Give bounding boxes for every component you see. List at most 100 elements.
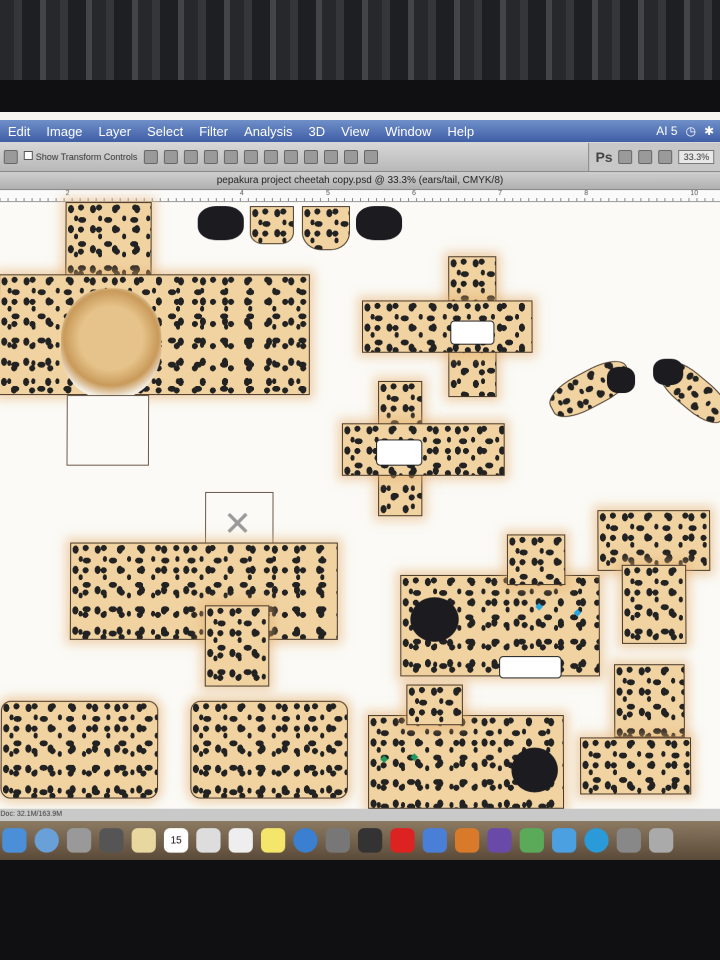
paw-pad (410, 597, 458, 642)
itunes-icon[interactable] (293, 828, 317, 853)
ruler-number: 6 (412, 190, 416, 197)
status-badge[interactable]: AI 5 (656, 124, 677, 138)
align-right-icon[interactable] (243, 150, 257, 164)
facetime-icon[interactable] (99, 828, 123, 853)
paw-toes (450, 321, 494, 345)
marker-icon: ◆ (410, 752, 418, 763)
move-tool-icon[interactable] (4, 150, 18, 164)
trash-icon[interactable] (649, 828, 673, 853)
office-powerpoint-icon[interactable] (455, 828, 479, 853)
stickies-icon[interactable] (261, 828, 285, 853)
show-transform-controls[interactable]: Show Transform Controls (24, 151, 138, 162)
launch-bridge-icon[interactable] (619, 150, 633, 164)
ear-piece (250, 206, 294, 244)
clock-icon[interactable]: ◷ (686, 124, 697, 138)
head-bottom-flap (66, 395, 149, 466)
distribute-bottom-icon[interactable] (304, 150, 318, 164)
office-excel-icon[interactable] (487, 828, 511, 853)
menu-view[interactable]: View (333, 123, 377, 138)
ear-piece (198, 206, 244, 240)
checkbox-icon (24, 151, 33, 160)
menu-window[interactable]: Window (377, 123, 439, 138)
paw-toes (376, 439, 422, 465)
photobooth-icon[interactable] (358, 828, 382, 853)
distribute-middle-icon[interactable] (283, 150, 297, 164)
paw-cross-horizontal (342, 423, 505, 475)
body-panel (70, 543, 338, 640)
photo-frame: Edit Image Layer Select Filter Analysis … (0, 0, 720, 960)
notes-icon[interactable] (132, 828, 156, 853)
mac-dock: 15 (0, 821, 720, 860)
align-left-icon[interactable] (203, 150, 217, 164)
body-lower-flap (205, 605, 270, 686)
leg-top-flap (406, 685, 463, 726)
tail-tip (653, 359, 683, 385)
document-canvas[interactable]: ✕ ◆ ◆ ◆ ◆ (0, 202, 720, 809)
ruler-number: 7 (498, 190, 502, 197)
menu-analysis[interactable]: Analysis (236, 123, 300, 138)
options-bar: Show Transform Controls Ps 33.3% (0, 142, 720, 172)
show-transform-label: Show Transform Controls (36, 152, 138, 162)
align-center-icon[interactable] (223, 150, 237, 164)
menu-3d[interactable]: 3D (301, 123, 334, 138)
ruler-number: 4 (240, 190, 244, 197)
menu-image[interactable]: Image (38, 123, 90, 138)
horizontal-ruler[interactable]: 2 4 5 6 7 8 10 (0, 190, 720, 202)
claw-tips (499, 656, 562, 678)
paw-cross-horizontal (362, 300, 533, 352)
align-top-icon[interactable] (143, 150, 157, 164)
menu-help[interactable]: Help (439, 123, 482, 138)
leg-strip (580, 737, 691, 794)
cheetah-face-image (61, 288, 162, 399)
finder-icon[interactable] (2, 828, 26, 853)
menu-edit[interactable]: Edit (0, 123, 38, 138)
body-side-panel (190, 701, 348, 799)
leg-top-flap (507, 534, 566, 585)
document-tab[interactable]: pepakura project cheetah copy.psd @ 33.3… (0, 172, 720, 190)
system-prefs-icon[interactable] (617, 828, 641, 853)
photoshop-screen: Edit Image Layer Select Filter Analysis … (0, 112, 720, 860)
align-middle-icon[interactable] (163, 150, 177, 164)
menu-filter[interactable]: Filter (191, 123, 236, 138)
safari-icon[interactable] (35, 828, 59, 853)
app-icon[interactable] (390, 828, 414, 853)
ear-piece (302, 206, 350, 250)
textedit-icon[interactable] (229, 828, 253, 853)
mail-icon[interactable] (67, 828, 91, 853)
ps-logo: Ps (595, 149, 612, 165)
align-bottom-icon[interactable] (183, 150, 197, 164)
ruler-number: 5 (326, 190, 330, 197)
auto-align-icon[interactable] (364, 150, 378, 164)
arrange-documents-icon[interactable] (659, 150, 673, 164)
bluetooth-icon[interactable]: ✱ (704, 124, 714, 138)
ruler-number: 8 (584, 190, 588, 197)
paw-pad (511, 748, 558, 793)
marker-icon: ◆ (380, 754, 388, 765)
app-store-icon[interactable] (552, 828, 576, 853)
leg-strip (622, 565, 687, 644)
preview-icon[interactable] (326, 828, 350, 853)
menu-layer[interactable]: Layer (90, 123, 139, 138)
status-bar: Doc: 32.1M/163.9M (0, 809, 720, 821)
ear-piece (356, 206, 402, 240)
menu-bar: Edit Image Layer Select Filter Analysis … (0, 120, 720, 142)
skype-icon[interactable] (584, 828, 608, 853)
marker-icon: ◆ (574, 607, 582, 618)
document-title: pepakura project cheetah copy.psd @ 33.3… (217, 175, 504, 186)
ruler-number: 10 (690, 190, 698, 197)
calendar-icon[interactable]: 15 (164, 828, 188, 853)
doc-size-text: Doc: 32.1M/163.9M (0, 811, 62, 818)
imovie-icon[interactable] (196, 828, 220, 853)
office-word-icon[interactable] (423, 828, 447, 853)
application-bar: Ps 33.3% (588, 143, 720, 171)
distribute-top-icon[interactable] (263, 150, 277, 164)
leg-strip (614, 664, 685, 737)
leg-strip (597, 510, 710, 571)
distribute-left-icon[interactable] (324, 150, 338, 164)
distribute-center-icon[interactable] (344, 150, 358, 164)
mini-bridge-icon[interactable] (639, 150, 653, 164)
zoom-select[interactable]: 33.3% (679, 150, 715, 164)
messenger-icon[interactable] (520, 828, 544, 853)
body-side-panel (0, 701, 158, 799)
menu-select[interactable]: Select (139, 123, 191, 138)
